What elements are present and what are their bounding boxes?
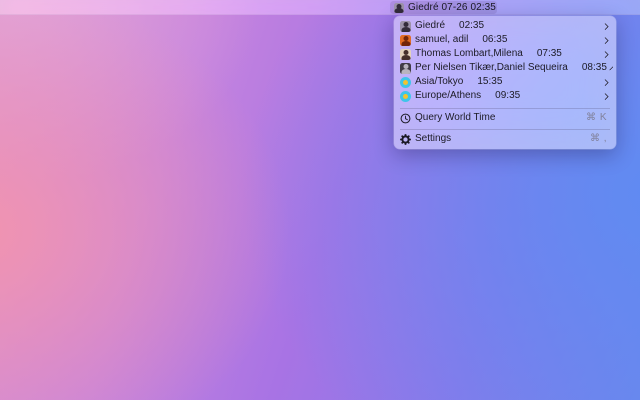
avatar-icon xyxy=(400,49,411,60)
keyboard-shortcut: ⌘ , xyxy=(590,132,607,146)
avatar-icon xyxy=(400,35,411,46)
chevron-right-icon xyxy=(602,37,608,43)
menu-item-giedre[interactable]: Giedré 02:35 xyxy=(394,19,616,33)
menu-item-samuel-adil[interactable]: samuel, adil 06:35 xyxy=(394,33,616,47)
person-silhouette-icon xyxy=(400,21,411,32)
timezone-globe-icon xyxy=(400,77,411,88)
chevron-right-icon xyxy=(602,23,608,29)
menu-item-settings[interactable]: Settings ⌘ , xyxy=(394,132,616,146)
menu-item-thomas-milena[interactable]: Thomas Lombart,Milena 07:35 xyxy=(394,47,616,61)
action-label: Settings xyxy=(415,132,451,146)
menu-separator xyxy=(400,129,610,130)
person-silhouette-icon xyxy=(400,63,411,74)
timezone-name: Europe/Athens xyxy=(415,89,481,103)
avatar-icon xyxy=(394,3,404,13)
person-name: Thomas Lombart,Milena xyxy=(415,47,523,61)
person-name: samuel, adil xyxy=(415,33,468,47)
local-time: 08:35 xyxy=(582,61,607,75)
local-time: 07:35 xyxy=(537,47,562,61)
local-time: 09:35 xyxy=(495,89,520,103)
chevron-right-icon xyxy=(609,66,613,70)
globe-center-dot xyxy=(403,94,408,99)
person-silhouette-icon xyxy=(394,3,404,13)
menu-item-per-daniel[interactable]: Per Nielsen Tikær,Daniel Sequeira 08:35 xyxy=(394,61,616,75)
status-item-label: Giedré 07-26 02:35 xyxy=(408,1,496,14)
local-time: 02:35 xyxy=(459,19,484,33)
chevron-right-icon xyxy=(602,51,608,57)
person-silhouette-icon xyxy=(400,49,411,60)
menu-item-europe-athens[interactable]: Europe/Athens 09:35 xyxy=(394,89,616,103)
avatar-icon xyxy=(400,21,411,32)
timezone-name: Asia/Tokyo xyxy=(415,75,463,89)
worldclock-dropdown-menu: Giedré 02:35 samuel, adil 06:35 Thomas L… xyxy=(394,16,616,149)
avatar-icon xyxy=(400,63,411,74)
menubar-status-item-worldclock[interactable]: Giedré 07-26 02:35 xyxy=(390,1,497,14)
chevron-right-icon xyxy=(602,79,608,85)
keyboard-shortcut: ⌘ K xyxy=(586,111,607,125)
local-time: 15:35 xyxy=(477,75,502,89)
chevron-right-icon xyxy=(602,93,608,99)
person-name: Per Nielsen Tikær,Daniel Sequeira xyxy=(415,61,568,75)
menu-item-asia-tokyo[interactable]: Asia/Tokyo 15:35 xyxy=(394,75,616,89)
menu-separator xyxy=(400,108,610,109)
action-label: Query World Time xyxy=(415,111,495,125)
timezone-globe-icon xyxy=(400,91,411,102)
globe-center-dot xyxy=(403,80,408,85)
person-silhouette-icon xyxy=(400,35,411,46)
menubar: Giedré 07-26 02:35 xyxy=(0,0,640,15)
person-name: Giedré xyxy=(415,19,445,33)
clock-icon xyxy=(400,113,411,124)
gear-icon xyxy=(400,134,411,145)
local-time: 06:35 xyxy=(482,33,507,47)
menu-item-query-world-time[interactable]: Query World Time ⌘ K xyxy=(394,111,616,125)
